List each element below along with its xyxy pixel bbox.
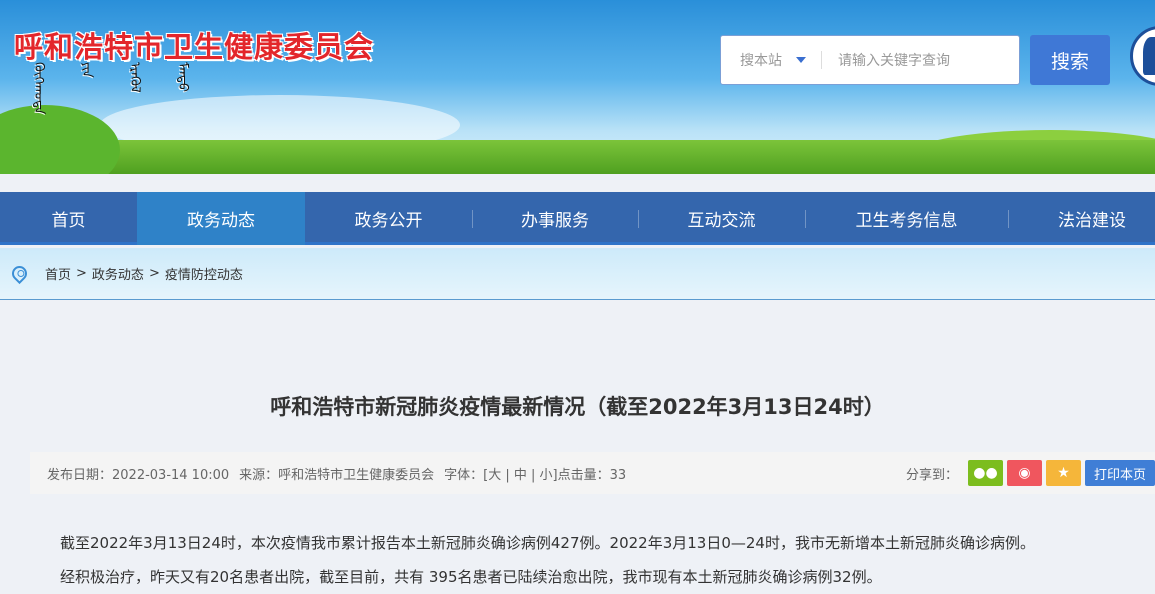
mongolian-subtitle: ᠬᠥᠬᠡᠬᠣᠲᠠ ᠶᠢᠨ ᠡᠷᠡᠭᠦᠯ ᠮᠡᠨᠳᠦ <box>31 62 190 115</box>
article-paragraph: 截至2022年3月13日24时，本次疫情我市累计报告本土新冠肺炎确诊病例427例… <box>60 534 1035 552</box>
search-button[interactable]: 搜索 <box>1030 35 1110 85</box>
nav-government-affairs[interactable]: 政务公开 <box>305 192 472 245</box>
search-scope-select[interactable]: 搜本站 <box>721 50 821 70</box>
article-body: 截至2022年3月13日24时，本次疫情我市累计报告本土新冠肺炎确诊病例427例… <box>60 526 1140 594</box>
location-pin-icon <box>8 262 31 285</box>
article-paragraph: 经积极治疗，昨天又有20名患者出院，截至目前，共有 395名患者已陆续治愈出院，… <box>60 568 882 586</box>
breadcrumb-home[interactable]: 首页 <box>45 264 71 283</box>
nav-government-news[interactable]: 政务动态 <box>137 192 305 245</box>
share-bar: 分享到： ●● ◉ ★ 打印本页 <box>906 460 1155 486</box>
breadcrumb-separator: > <box>148 266 160 281</box>
wechat-share-icon[interactable]: ●● <box>967 460 1003 486</box>
nav-home[interactable]: 首页 <box>0 192 137 245</box>
nav-exam-info[interactable]: 卫生考务信息 <box>805 192 1008 245</box>
emblem-logo-icon <box>1130 26 1155 86</box>
nav-rule-of-law[interactable]: 法治建设 <box>1008 192 1155 245</box>
font-size-controls[interactable]: 字体：[大 | 中 | 小] <box>444 464 557 483</box>
grass-decoration <box>0 140 1155 174</box>
nav-interaction[interactable]: 互动交流 <box>638 192 805 245</box>
dropdown-arrow-icon <box>796 57 806 63</box>
article-meta: 发布日期：2022-03-14 10:00 来源：呼和浩特市卫生健康委员会 字体… <box>30 452 1155 494</box>
favorite-star-icon[interactable]: ★ <box>1045 460 1081 486</box>
divider <box>821 51 822 69</box>
site-title[interactable]: 呼和浩特市卫生健康委员会 <box>14 24 374 66</box>
share-label: 分享到： <box>905 467 958 483</box>
search-input[interactable]: 请输入关键字查询 <box>838 50 950 70</box>
tree-decoration <box>0 105 120 174</box>
print-button[interactable]: 打印本页 <box>1084 460 1155 486</box>
breadcrumb-separator: > <box>76 266 87 281</box>
site-header: 呼和浩特市卫生健康委员会 ᠬᠥᠬᠡᠬᠣᠲᠠ ᠶᠢᠨ ᠡᠷᠡᠭᠦᠯ ᠮᠡᠨᠳᠦ 搜… <box>0 0 1155 174</box>
view-count: 点击量：33 <box>557 467 627 483</box>
search-scope-label: 搜本站 <box>740 53 782 69</box>
breadcrumb: 首页 > 政务动态 > 疫情防控动态 <box>0 248 1155 300</box>
main-nav: 首页 政务动态 政务公开 办事服务 互动交流 卫生考务信息 法治建设 <box>0 192 1155 245</box>
article-title: 呼和浩特市新冠肺炎疫情最新情况（截至2022年3月13日24时） <box>270 395 885 419</box>
breadcrumb-epidemic[interactable]: 疫情防控动态 <box>165 264 243 283</box>
search-box: 搜本站 请输入关键字查询 <box>720 35 1020 85</box>
weibo-share-icon[interactable]: ◉ <box>1006 460 1042 486</box>
breadcrumb-government-news[interactable]: 政务动态 <box>92 264 144 283</box>
nav-services[interactable]: 办事服务 <box>472 192 638 245</box>
article-source: 来源：呼和浩特市卫生健康委员会 <box>239 467 435 483</box>
publish-date: 发布日期：2022-03-14 10:00 <box>47 467 230 483</box>
